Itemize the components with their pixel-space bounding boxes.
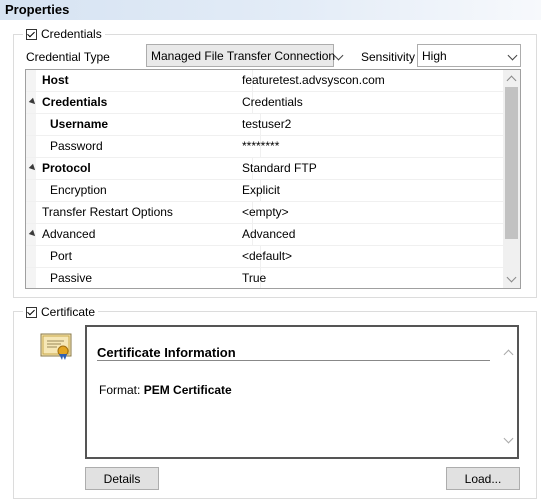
grid-row-value[interactable]: <empty> [242,202,289,223]
grid-row-label: Encryption [26,180,261,201]
certificate-icon [40,333,74,361]
scroll-up-icon[interactable] [503,70,520,87]
certificate-info-title: Certificate Information [97,345,236,360]
grid-vertical-scrollbar[interactable] [503,70,520,288]
credential-type-value: Managed File Transfer Connection [151,48,336,63]
credentials-property-grid: Host featuretest.advsyscon.com Credentia… [25,69,521,289]
grid-row-label: Port [26,246,261,267]
grid-row-label: Protocol [26,158,253,179]
sensitivity-dropdown[interactable]: High [417,44,521,67]
grid-row-label: Credentials [26,92,253,113]
grid-row-passive[interactable]: Passive True [26,268,504,288]
grid-row-label: Transfer Restart Options [26,202,253,223]
sensitivity-label: Sensitivity [361,50,416,64]
properties-header [0,0,541,20]
load-button[interactable]: Load... [446,467,520,490]
credentials-legend-label: Credentials [41,27,102,41]
grid-row-label: Advanced [26,224,253,245]
chevron-down-icon [504,50,520,62]
grid-row-transfer-restart[interactable]: Transfer Restart Options <empty> [26,202,504,224]
details-button[interactable]: Details [85,467,159,490]
certificate-info-divider [97,360,490,361]
chevron-down-icon [333,50,344,62]
scroll-down-icon[interactable] [501,433,515,447]
grid-row-value[interactable]: Standard FTP [242,158,317,179]
grid-row-value[interactable]: True [242,268,266,288]
credentials-legend[interactable]: Credentials [23,27,105,41]
grid-row-value[interactable]: Explicit [242,180,280,201]
grid-row-port[interactable]: Port <default> [26,246,504,268]
grid-row-label: Password [26,136,261,157]
certificate-format-label: Format: [99,383,141,397]
grid-row-label: Host [26,70,253,91]
credential-type-dropdown[interactable]: Managed File Transfer Connection [146,44,344,67]
grid-row-credentials[interactable]: Credentials Credentials [26,92,504,114]
credentials-checkbox[interactable] [26,28,37,40]
sensitivity-value: High [422,48,447,63]
certificate-info-box[interactable]: Certificate Information Format: PEM Cert… [85,325,519,459]
grid-row-value[interactable]: featuretest.advsyscon.com [242,70,385,91]
grid-row-password[interactable]: Password ******** [26,136,504,158]
certificate-format-line: Format: PEM Certificate [99,383,232,397]
grid-row-advanced[interactable]: Advanced Advanced [26,224,504,246]
grid-row-protocol[interactable]: Protocol Standard FTP [26,158,504,180]
credential-type-label: Credential Type [26,50,110,64]
grid-row-label: Username [26,114,261,135]
scroll-down-icon[interactable] [503,271,520,288]
grid-row-label: Passive [26,268,261,288]
grid-row-encryption[interactable]: Encryption Explicit [26,180,504,202]
properties-title: Properties [5,2,70,17]
certificate-format-value: PEM Certificate [143,383,232,397]
grid-row-value[interactable]: Advanced [242,224,295,245]
scroll-up-icon[interactable] [501,345,515,359]
grid-row-username[interactable]: Username testuser2 [26,114,504,136]
certificate-legend-label: Certificate [41,305,96,319]
scroll-thumb[interactable] [505,87,518,239]
grid-row-value[interactable]: ******** [242,136,279,157]
grid-row-value[interactable]: testuser2 [242,114,291,135]
grid-row-value[interactable]: <default> [242,246,292,267]
grid-row-host[interactable]: Host featuretest.advsyscon.com [26,70,504,92]
grid-row-value[interactable]: Credentials [242,92,303,113]
certificate-checkbox[interactable] [26,306,37,318]
certificate-legend[interactable]: Certificate [23,305,99,319]
